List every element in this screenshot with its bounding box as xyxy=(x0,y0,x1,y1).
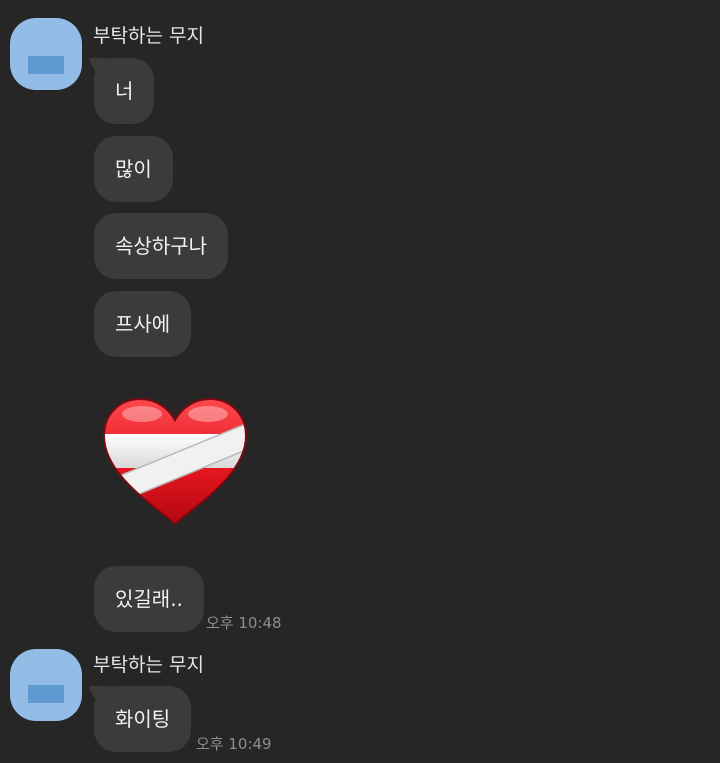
sender-name[interactable]: 부탁하는 무지 xyxy=(93,653,204,677)
sender-name[interactable]: 부탁하는 무지 xyxy=(93,24,204,48)
message-timestamp: 오후 10:49 xyxy=(196,735,272,753)
message-bubble[interactable]: 많이 xyxy=(94,136,173,202)
message-timestamp: 오후 10:48 xyxy=(206,614,282,632)
message-bubble[interactable]: 있길래.. xyxy=(94,566,204,632)
message-text: 속상하구나 xyxy=(115,234,207,258)
avatar-placeholder xyxy=(28,56,64,74)
message-bubble[interactable]: 너 xyxy=(94,58,155,124)
message-bubble[interactable]: 화이팅 xyxy=(94,686,192,752)
profile-avatar[interactable] xyxy=(10,18,82,90)
message-bubble[interactable]: 프사에 xyxy=(94,291,192,357)
profile-avatar[interactable] xyxy=(10,649,82,721)
message-bubble[interactable]: 속상하구나 xyxy=(94,213,228,279)
message-text: 많이 xyxy=(115,157,152,181)
message-text: 화이팅 xyxy=(115,707,171,731)
avatar-placeholder xyxy=(28,685,64,703)
bandaged-heart-icon[interactable] xyxy=(100,396,250,528)
message-text: 너 xyxy=(115,79,134,103)
message-text: 있길래.. xyxy=(115,587,183,611)
message-text: 프사에 xyxy=(115,312,171,336)
